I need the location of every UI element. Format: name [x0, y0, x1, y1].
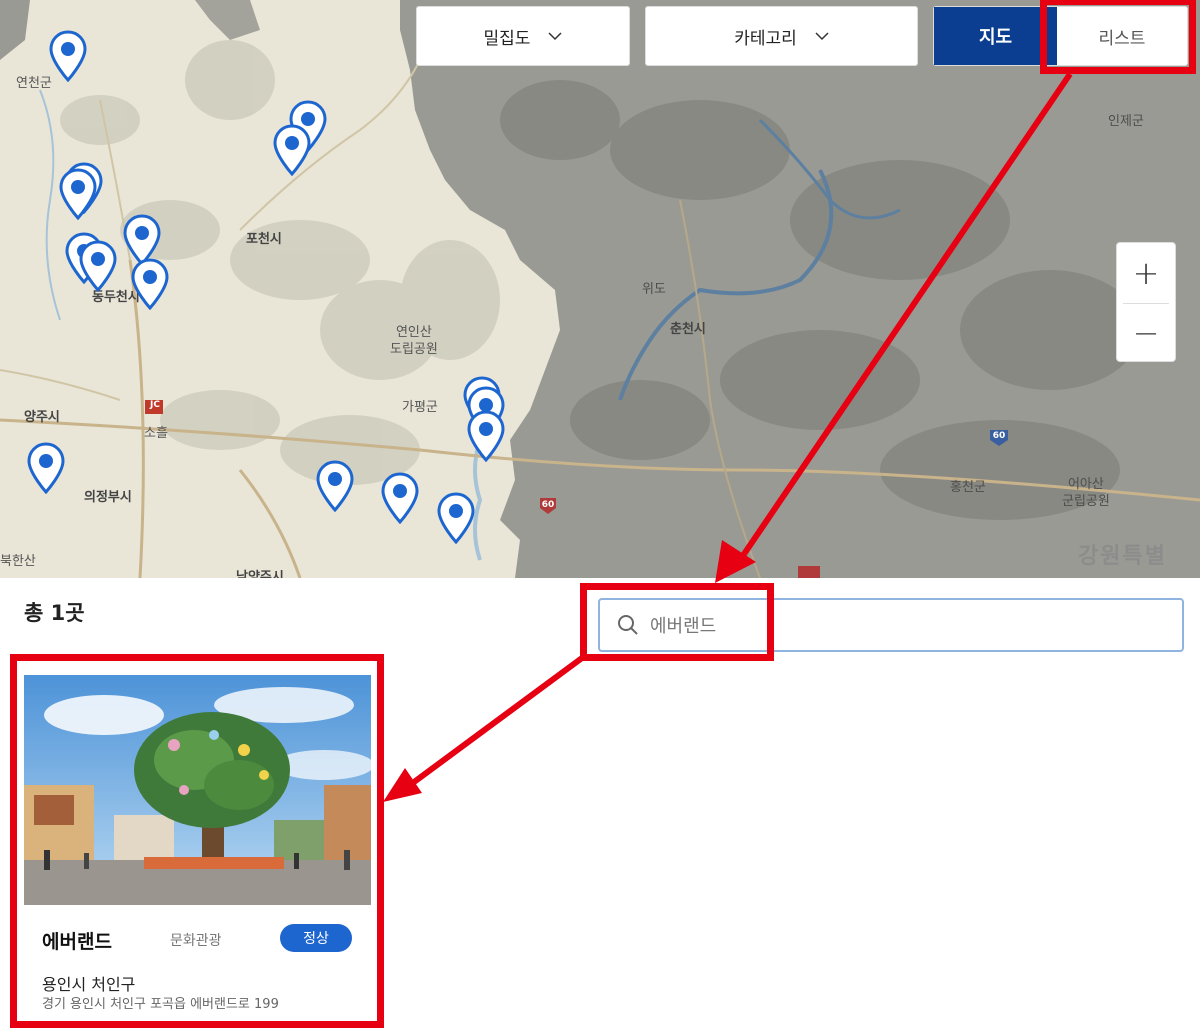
- category-label: 카테고리: [734, 28, 797, 49]
- result-count: 총 1곳: [24, 601, 85, 625]
- location-pin-icon: [27, 442, 65, 494]
- map-pin[interactable]: [26, 442, 66, 494]
- map-label: 연인산 도립공원: [390, 325, 438, 357]
- zoom-control: + −: [1116, 242, 1176, 362]
- map-pin[interactable]: [130, 258, 170, 310]
- map-label: 북한산: [0, 554, 36, 569]
- highlight-list-button: [1040, 0, 1196, 74]
- map-label: JC: [150, 400, 160, 410]
- map-label: 포천시: [246, 232, 282, 247]
- map-pin[interactable]: [315, 460, 355, 512]
- map-label: 어아산 군립공원: [1062, 477, 1110, 509]
- arrow-line: [408, 655, 584, 788]
- map-label: 의정부시: [84, 490, 132, 505]
- map-label: 홍천군: [950, 480, 986, 495]
- map-label: 가평군: [402, 400, 438, 415]
- map-pin[interactable]: [380, 472, 420, 524]
- zoom-out-button[interactable]: −: [1117, 303, 1175, 363]
- location-pin-icon: [381, 472, 419, 524]
- location-pin-icon: [131, 258, 169, 310]
- map-label: 60: [992, 431, 1006, 441]
- map-pin[interactable]: [48, 30, 88, 82]
- map-label: 연천군: [16, 76, 52, 91]
- map-label: 소흘: [144, 426, 168, 441]
- page: 연천군 포천시 동두천시 양주시 의정부시 남양주시 소흘 연인산 도립공원 가…: [0, 0, 1200, 1028]
- map-pin[interactable]: [58, 168, 98, 220]
- map-pin[interactable]: [436, 492, 476, 544]
- location-pin-icon: [49, 30, 87, 82]
- arrow-head: [383, 768, 422, 802]
- location-pin-icon: [79, 240, 117, 292]
- map-label: 춘천시: [670, 322, 706, 337]
- map-label: 인제군: [1108, 114, 1144, 129]
- location-pin-icon: [467, 410, 505, 462]
- density-dropdown[interactable]: 밀집도: [416, 6, 630, 66]
- density-label: 밀집도: [483, 28, 531, 49]
- map-pin[interactable]: [78, 240, 118, 292]
- map-label: 60: [541, 500, 555, 510]
- highlight-place-card: [10, 654, 384, 1028]
- highlight-search-box: [580, 583, 774, 661]
- map-label: 남양주시: [236, 570, 284, 578]
- zoom-in-button[interactable]: +: [1117, 243, 1175, 303]
- map-pin[interactable]: [272, 124, 312, 176]
- map-view-button[interactable]: 지도: [934, 7, 1057, 65]
- map-pin[interactable]: [466, 410, 506, 462]
- terrain-background: [0, 0, 1200, 578]
- location-pin-icon: [59, 168, 97, 220]
- location-pin-icon: [437, 492, 475, 544]
- zoom-divider: [1123, 303, 1169, 304]
- map-view[interactable]: 연천군 포천시 동두천시 양주시 의정부시 남양주시 소흘 연인산 도립공원 가…: [0, 0, 1200, 578]
- chevron-down-icon: [815, 31, 829, 40]
- map-label: 양주시: [24, 410, 60, 425]
- map-label: 위도: [642, 282, 666, 297]
- location-pin-icon: [316, 460, 354, 512]
- chevron-down-icon: [548, 31, 562, 40]
- category-dropdown[interactable]: 카테고리: [645, 6, 918, 66]
- location-pin-icon: [273, 124, 311, 176]
- map-label: 강원특별: [1078, 544, 1167, 569]
